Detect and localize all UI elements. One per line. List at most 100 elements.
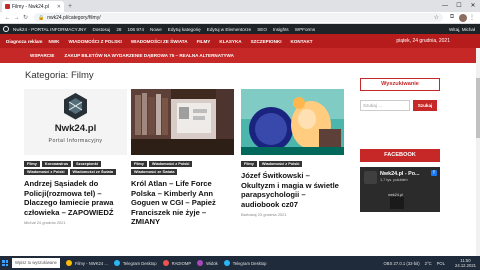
nav-wsparcie[interactable]: WSPARCIE — [30, 53, 54, 58]
post-date: 24 grudnia 2021 — [36, 220, 66, 226]
tag[interactable]: Filmy — [241, 161, 257, 167]
wp-account[interactable]: Witaj, Michał — [449, 27, 475, 32]
telegram-icon — [223, 260, 230, 266]
post-card: Filmy Wiadomości z Polski Józef Świtkows… — [241, 89, 344, 217]
post-thumbnail[interactable]: Nwk24.pl Portal Informacyjny — [24, 89, 127, 155]
wordpress-icon[interactable] — [3, 26, 9, 32]
top-label[interactable]: Diagnoza reklam — [6, 39, 43, 44]
post-thumbnail[interactable] — [241, 89, 344, 155]
menu-nwk[interactable]: NWK — [49, 39, 60, 44]
facebook-icon[interactable]: f — [431, 170, 437, 176]
system-tray: OBS 27.0.1 (32-bit) 2°C POL 11:50 24.12.… — [379, 258, 480, 268]
menu-filmy[interactable]: FILMY — [197, 39, 211, 44]
bookmark-star-icon[interactable]: ☆ — [434, 14, 439, 21]
nav-bilety[interactable]: ZAKUP BILETÓW NA WYDARZENIE DĄBROWA 75 –… — [64, 53, 234, 58]
menu-swiat[interactable]: WIADOMOŚCI ZE ŚWIATA — [131, 39, 188, 44]
thumbnail-image — [131, 89, 234, 155]
taskbar-app-label: Filmy - NWK24 ... — [75, 260, 108, 266]
post-title[interactable]: Andrzej Sąsiadek do Policji(rozmowa tel)… — [24, 179, 124, 217]
menu-kontakt[interactable]: KONTAKT — [290, 39, 312, 44]
post-author[interactable]: Michał — [24, 220, 36, 225]
post-author[interactable]: Bartosiaj — [241, 212, 257, 217]
windows-taskbar: Wpisz tu wyszukiwane Filmy - NWK24 ... T… — [0, 256, 480, 270]
page-scrollbar[interactable] — [476, 48, 480, 256]
tag[interactable]: Filmy — [131, 161, 147, 167]
taskbar-app-label: RADIOMP — [171, 260, 192, 266]
fb-page-name[interactable]: Nwk24.pl - Po... — [380, 171, 420, 177]
tag[interactable]: Wiadomości z Polski — [258, 161, 303, 167]
menu-polska[interactable]: WIADOMOŚCI Z POLSKI — [69, 39, 122, 44]
lock-icon[interactable]: 🔒 — [38, 15, 44, 21]
wp-elementor[interactable]: Edytuj w Elementorze — [207, 27, 251, 32]
telegram-icon — [113, 260, 120, 266]
chrome-icon — [66, 260, 72, 266]
tag[interactable]: Wiadomości z Polski — [24, 169, 68, 175]
menu-icon[interactable]: ⋮ — [467, 14, 477, 21]
wp-wpforms[interactable]: WPForms — [295, 27, 315, 32]
extensions-icon[interactable]: ⧉ — [447, 14, 457, 21]
taskbar-search[interactable]: Wpisz tu wyszukiwane — [12, 258, 60, 268]
post-date: 23 grudnia 2021 — [257, 212, 287, 218]
fb-page-logo — [364, 171, 377, 184]
taskbar-app-telegram-2[interactable]: Telegram Desktop — [223, 260, 267, 266]
tag[interactable]: Koronawirus — [41, 161, 72, 167]
tag-list: Filmy Wiadomości z Polski Wiadomości ze … — [131, 161, 231, 175]
site-date: piątek, 24 grudnia, 2021 — [396, 38, 450, 44]
tray-language[interactable]: POL — [437, 261, 445, 266]
radio-icon — [162, 260, 169, 266]
tag[interactable]: Szczepionki — [73, 161, 101, 167]
tag[interactable]: Filmy — [24, 161, 40, 167]
close-window-button[interactable]: ✕ — [466, 0, 480, 12]
url-text: nwk24.pl/category/filmy/ — [47, 14, 101, 21]
search-widget: Wyszukiwanie Szukaj … Szukaj — [360, 78, 440, 111]
post-title[interactable]: Józef Świtkowski – Okultyzm i magia w św… — [241, 171, 341, 209]
wp-comments[interactable]: 106 974 — [127, 27, 144, 32]
maximize-button[interactable]: ☐ — [452, 0, 466, 12]
taskbar-app-chrome[interactable]: Filmy - NWK24 ... — [66, 260, 108, 266]
app-icon — [197, 260, 204, 266]
fb-cover-image — [390, 197, 404, 209]
tag[interactable]: Wiadomości ze Świata — [131, 169, 178, 175]
new-tab-button[interactable]: + — [68, 1, 72, 12]
reload-icon[interactable]: ↻ — [21, 14, 30, 21]
menu-klasyka[interactable]: KLASYKA — [219, 39, 241, 44]
post-title[interactable]: Król Atlan – Life Force Polska – Kimberl… — [131, 179, 231, 227]
nwk-logo-icon — [24, 89, 127, 155]
tray-weather[interactable]: 2°C — [425, 261, 432, 266]
wp-insights[interactable]: Insights — [273, 27, 289, 32]
wp-site-name[interactable]: Nwk24 - PORTAL INFORMACYJNY — [13, 27, 86, 32]
tab-close-icon[interactable]: ✕ — [57, 4, 61, 10]
browser-window: Filmy - Nwk24.pl ✕ + — ☐ ✕ ← → ↻ 🔒 nwk24… — [0, 0, 480, 256]
taskbar-app-telegram[interactable]: Telegram Desktop — [113, 260, 157, 266]
search-button[interactable]: Szukaj — [413, 100, 437, 111]
menu-szczepionki[interactable]: SZCZEPIONKI — [251, 39, 282, 44]
start-button[interactable] — [0, 256, 10, 270]
tab-title: Filmy - Nwk24.pl — [12, 3, 49, 10]
scrollbar-thumb[interactable] — [476, 78, 480, 138]
forward-icon[interactable]: → — [12, 15, 21, 21]
back-icon[interactable]: ← — [3, 15, 12, 21]
wp-seo[interactable]: SEO — [257, 27, 267, 32]
taskbar-app-label: Telegram Desktop — [232, 260, 267, 266]
wp-customize[interactable]: Dostosuj — [92, 27, 110, 32]
profile-avatar[interactable] — [459, 13, 467, 22]
wp-new[interactable]: Nowe — [150, 27, 162, 32]
tag[interactable]: Wiadomości ze Świata — [69, 169, 117, 175]
tray-clock[interactable]: 11:50 24.12.2021 — [450, 258, 476, 268]
page-content: Kategoria: Filmy Nwk24.pl Portal Informa… — [0, 63, 480, 256]
tray-obs[interactable]: OBS 27.0.1 (32-bit) — [384, 261, 420, 266]
search-input[interactable]: Szukaj … — [360, 100, 410, 111]
browser-tab[interactable]: Filmy - Nwk24.pl ✕ — [2, 1, 64, 12]
wp-edit-category[interactable]: Edytuj kategorię — [168, 27, 201, 32]
wp-updates[interactable]: 28 — [116, 27, 121, 32]
minimize-button[interactable]: — — [438, 0, 452, 12]
taskbar-app-widok[interactable]: Widok — [197, 260, 218, 266]
url-input[interactable]: 🔒 nwk24.pl/category/filmy/ ☆ — [34, 13, 443, 22]
facebook-embed[interactable]: Nwk24.pl - Po... 1,7 tys. polubień f nwk… — [360, 167, 440, 212]
post-thumbnail[interactable] — [131, 89, 234, 155]
taskbar-app-radio[interactable]: RADIOMP — [162, 260, 192, 266]
tag[interactable]: Wiadomości z Polski — [148, 161, 193, 167]
facebook-widget-title: FACEBOOK — [360, 149, 440, 162]
thumb-subtitle: Portal Informacyjny — [48, 138, 103, 144]
tab-strip: Filmy - Nwk24.pl ✕ + — ☐ ✕ — [0, 0, 480, 12]
